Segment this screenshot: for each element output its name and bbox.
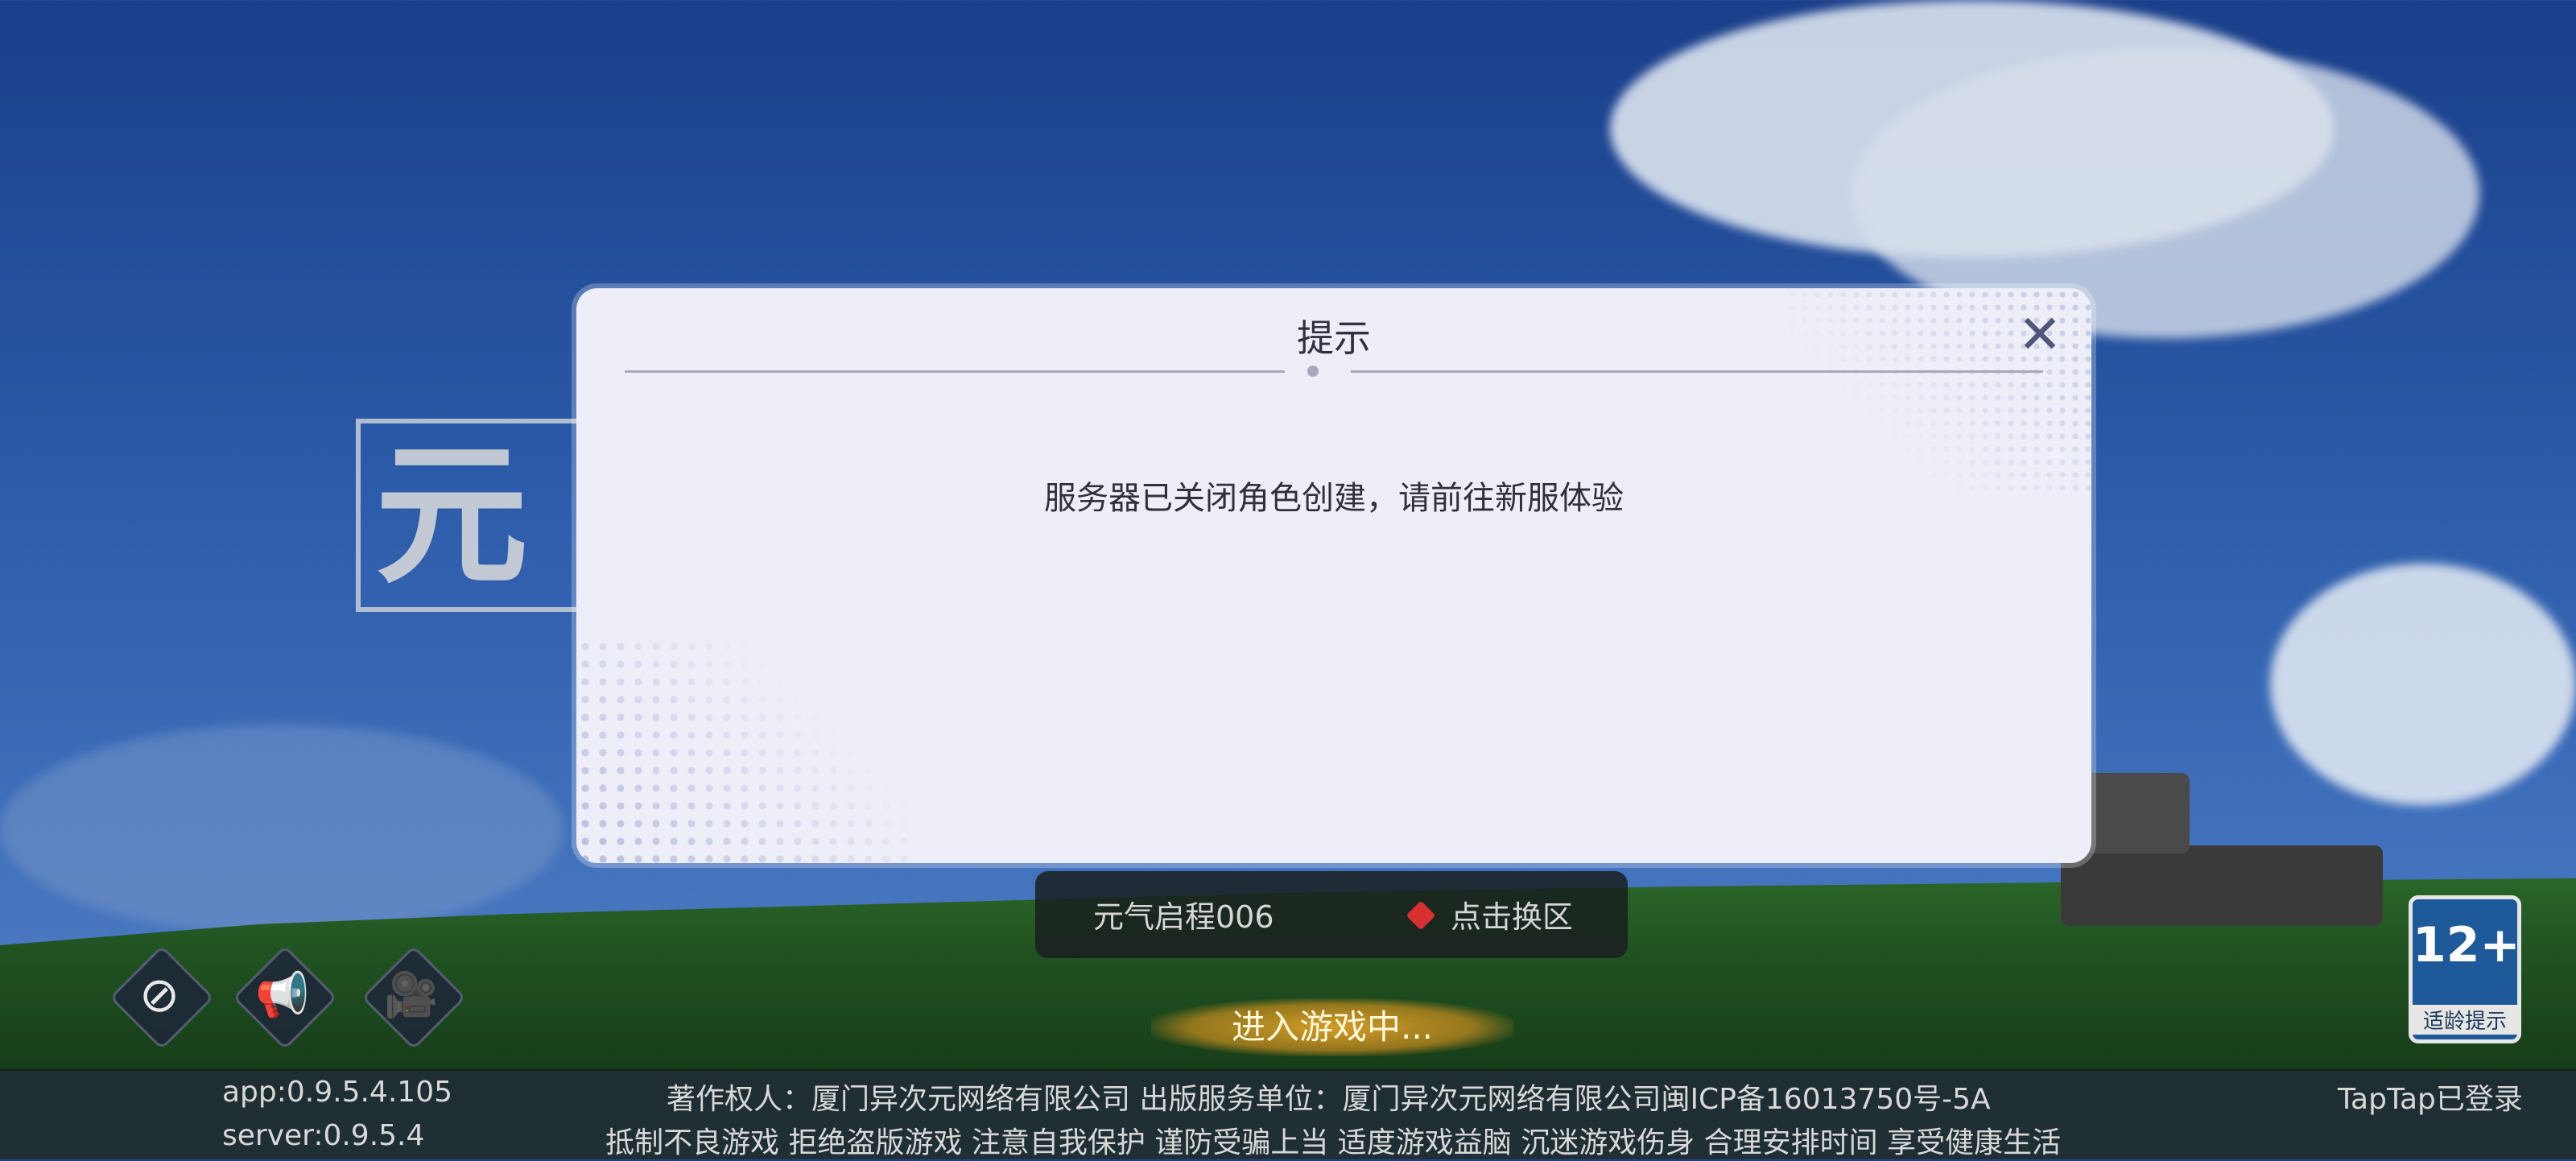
age-rating-badge[interactable]: 12+ 适龄提示 bbox=[2409, 895, 2521, 1043]
block-icon: ⊘ bbox=[138, 967, 180, 1023]
game-logo: 元气 bbox=[356, 419, 597, 612]
dialog-message: 服务器已关闭角色创建，请前往新服体验 bbox=[1044, 480, 1624, 517]
cloud bbox=[0, 725, 564, 934]
divider bbox=[625, 370, 1285, 373]
rock bbox=[2077, 773, 2190, 853]
dialog-title: 提示 bbox=[1297, 316, 1371, 360]
taptap-status: TapTap已登录 bbox=[2338, 1083, 2523, 1116]
copyright-text: 著作权人：厦门异次元网络有限公司 出版服务单位：厦门异次元网络有限公司闽ICP备… bbox=[667, 1083, 1991, 1116]
cloud bbox=[2270, 564, 2576, 805]
switch-server-button[interactable]: 点击换区 bbox=[1451, 892, 1573, 936]
notice-dialog: 提示 ✕ 服务器已关闭角色创建，请前往新服体验 bbox=[576, 288, 2091, 863]
divider bbox=[1351, 370, 2043, 373]
health-notice: 抵制不良游戏 拒绝盗版游戏 注意自我保护 谨防受骗上当 适度游戏益脑 沉迷游戏伤… bbox=[605, 1126, 2062, 1159]
dialog-decoration bbox=[576, 638, 914, 863]
age-rating-number: 12+ bbox=[2413, 917, 2520, 973]
app-version: app:0.9.5.4.105 bbox=[222, 1076, 452, 1109]
age-rating-label: 适龄提示 bbox=[2413, 1005, 2517, 1035]
megaphone-icon: 📢 bbox=[255, 969, 310, 1020]
camera-icon: 🎥 bbox=[384, 969, 439, 1020]
server-version: server:0.9.5.4 bbox=[222, 1119, 425, 1152]
divider bbox=[1307, 366, 1319, 377]
footer-bar: app:0.9.5.4.105 server:0.9.5.4 著作权人：厦门异次… bbox=[0, 1069, 2576, 1159]
server-name: 元气启程006 bbox=[1093, 899, 1274, 935]
rock bbox=[2061, 845, 2383, 926]
server-status-icon bbox=[1406, 900, 1436, 931]
entering-game-status: 进入游戏中... bbox=[1151, 998, 1513, 1056]
close-icon[interactable]: ✕ bbox=[2008, 303, 2072, 367]
server-selector[interactable]: 元气启程006 点击换区 bbox=[1035, 871, 1628, 958]
